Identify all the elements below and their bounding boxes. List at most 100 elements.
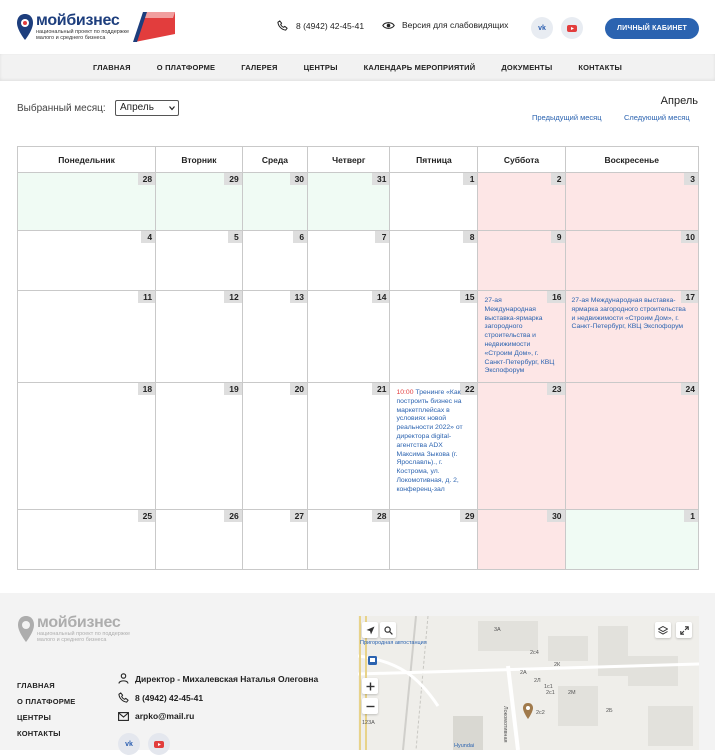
month-select[interactable]: Апрель — [115, 100, 179, 116]
calendar-day-cell[interactable]: 29 — [389, 509, 479, 570]
map-widget[interactable]: Пригородная автостанция Локомотивная 3А … — [358, 616, 699, 750]
calendar-day-cell[interactable]: 19 — [155, 382, 243, 510]
plus-icon — [366, 682, 374, 690]
nav-events-calendar[interactable]: КАЛЕНДАРЬ МЕРОПРИЯТИЙ — [364, 63, 476, 72]
day-number: 12 — [224, 291, 242, 303]
calendar-day-cell[interactable]: 18 — [16, 382, 157, 510]
calendar-day-cell[interactable]: 25 — [16, 509, 157, 570]
calendar-day-cell[interactable]: 8 — [389, 230, 479, 291]
footer-phone-icon — [118, 692, 129, 703]
calendar-day-cell[interactable]: 24 — [564, 382, 700, 510]
day-number: 24 — [680, 383, 698, 395]
calendar-day-cell[interactable]: 16 27-ая Международная выставка-ярмарка з… — [477, 290, 566, 383]
day-number: 14 — [372, 291, 390, 303]
weekday-header: Вторник — [155, 146, 243, 173]
calendar-day-cell[interactable]: 27 — [241, 509, 309, 570]
footer-menu-home[interactable]: ГЛАВНАЯ — [17, 681, 76, 697]
weekday-header: Среда — [241, 146, 309, 173]
calendar-day-cell[interactable]: 7 — [307, 230, 391, 291]
event-title: Тренинге «Как построить бизнес на маркет… — [396, 389, 463, 493]
calendar-day-cell[interactable]: 28 — [307, 509, 391, 570]
map-label-building: 2К — [554, 662, 561, 668]
nav-gallery[interactable]: ГАЛЕРЕЯ — [241, 63, 277, 72]
footer-youtube-icon[interactable] — [148, 733, 170, 755]
calendar-day-cell[interactable]: 11 — [16, 290, 157, 383]
calendar-day-cell[interactable]: 23 — [477, 382, 566, 510]
calendar-controls: Выбранный месяц: Апрель Апрель Предыдущи… — [0, 81, 715, 145]
day-number: 11 — [138, 291, 156, 303]
nav-home[interactable]: ГЛАВНАЯ — [93, 63, 131, 72]
footer-logo-tagline-2: малого и среднего бизнеса — [37, 637, 107, 643]
footer-logo-brand: мойбизнес — [37, 614, 121, 631]
nav-documents[interactable]: ДОКУМЕНТЫ — [501, 63, 552, 72]
prev-month-link[interactable]: Предыдущий месяц — [532, 113, 602, 122]
calendar-day-cell[interactable]: 12 — [155, 290, 243, 383]
calendar-day-cell[interactable]: 13 — [241, 290, 309, 383]
personal-cabinet-button[interactable]: ЛИЧНЫЙ КАБИНЕТ — [605, 18, 699, 39]
calendar-day-cell[interactable]: 4 — [16, 230, 157, 291]
calendar-day-cell[interactable]: 3 — [564, 172, 700, 231]
nav-centers[interactable]: ЦЕНТРЫ — [304, 63, 338, 72]
logo[interactable]: мойбизнес национальный проект по поддерж… — [16, 12, 186, 42]
map-zoom-in-button[interactable] — [362, 678, 378, 694]
calendar-day-cell[interactable]: 2 — [477, 172, 566, 231]
footer-vk-icon[interactable]: vk — [118, 733, 140, 755]
youtube-icon[interactable] — [561, 17, 583, 39]
map-label-building: 123А — [362, 720, 375, 726]
vk-icon[interactable]: vk — [531, 17, 553, 39]
calendar-day-cell[interactable]: 15 — [389, 290, 479, 383]
day-number: 28 — [137, 173, 156, 185]
calendar-body: 28 29 30 31 1 2 3 4 5 6 7 8 9 10 11 12 13 14 15 16 27-ая Меж… — [16, 172, 700, 570]
calendar-day-cell[interactable]: 21 — [307, 382, 391, 510]
footer-menu-centers[interactable]: ЦЕНТРЫ — [17, 713, 76, 729]
calendar-day-cell[interactable]: 30 — [241, 172, 309, 231]
map-marker-icon[interactable] — [522, 702, 534, 720]
map-locate-button[interactable] — [362, 622, 378, 638]
calendar-day-cell[interactable]: 17 27-ая Международная выставка-ярмарка з… — [564, 290, 700, 383]
event-time: 10:00 — [396, 389, 414, 396]
map-label-building: 2Б — [606, 708, 613, 714]
calendar-week-row: 18 19 20 21 22 10:00 Тренинге «Как построить б… — [16, 382, 700, 510]
calendar-day-cell[interactable]: 6 — [241, 230, 309, 291]
calendar-event-link[interactable]: 27-ая Международная выставка-ярмарка заг… — [572, 297, 688, 332]
calendar-day-cell[interactable]: 1 — [389, 172, 479, 231]
calendar-day-cell[interactable]: 20 — [241, 382, 309, 510]
calendar-day-cell[interactable]: 28 — [16, 172, 157, 231]
calendar-day-cell[interactable]: 10 — [564, 230, 700, 291]
calendar-event-link[interactable]: 27-ая Международная выставка-ярмарка заг… — [484, 297, 554, 376]
map-search-button[interactable] — [380, 622, 396, 638]
map-label-street: Локомотивная — [502, 706, 508, 743]
day-number: 1 — [463, 173, 478, 185]
calendar-day-cell[interactable]: 5 — [155, 230, 243, 291]
next-month-link[interactable]: Следующий месяц — [624, 113, 690, 122]
footer-menu-contacts[interactable]: КОНТАКТЫ — [17, 729, 76, 745]
calendar-day-cell[interactable]: 31 — [307, 172, 391, 231]
day-number: 3 — [684, 173, 698, 185]
header-phone-text: 8 (4942) 42-45-41 — [296, 20, 365, 31]
calendar-day-cell[interactable]: 9 — [477, 230, 566, 291]
nav-contacts[interactable]: КОНТАКТЫ — [578, 63, 622, 72]
map-fullscreen-button[interactable] — [676, 622, 692, 638]
calendar-day-cell[interactable]: 1 — [564, 509, 700, 570]
map-layers-button[interactable] — [655, 622, 671, 638]
day-number: 1 — [684, 510, 698, 522]
bus-stop-icon[interactable] — [368, 656, 377, 665]
footer-menu-about[interactable]: О ПЛАТФОРМЕ — [17, 697, 76, 713]
calendar-day-cell[interactable]: 14 — [307, 290, 391, 383]
header-phone[interactable]: 8 (4942) 42-45-41 — [277, 20, 364, 31]
calendar-day-cell[interactable]: 26 — [155, 509, 243, 570]
search-icon — [383, 625, 393, 635]
accessibility-link[interactable]: Версия для слабовидящих — [382, 20, 508, 30]
map-label-bus-station: Пригородная автостанция — [360, 640, 427, 646]
calendar-day-cell[interactable]: 29 — [155, 172, 243, 231]
day-number: 20 — [289, 383, 308, 395]
footer-email[interactable]: arpko@mail.ru — [118, 711, 194, 721]
calendar-day-cell[interactable]: 30 — [477, 509, 566, 570]
calendar-event-link[interactable]: 10:00 Тренинге «Как построить бизнес на м… — [396, 389, 467, 495]
footer-logo[interactable]: мойбизнес национальный проект по поддерж… — [17, 615, 130, 643]
map-zoom-out-button[interactable] — [362, 698, 378, 714]
minus-icon — [366, 705, 374, 707]
nav-about[interactable]: О ПЛАТФОРМЕ — [157, 63, 216, 72]
calendar-day-cell[interactable]: 22 10:00 Тренинге «Как построить бизнес на… — [389, 382, 479, 510]
footer-phone[interactable]: 8 (4942) 42-45-41 — [118, 692, 203, 703]
